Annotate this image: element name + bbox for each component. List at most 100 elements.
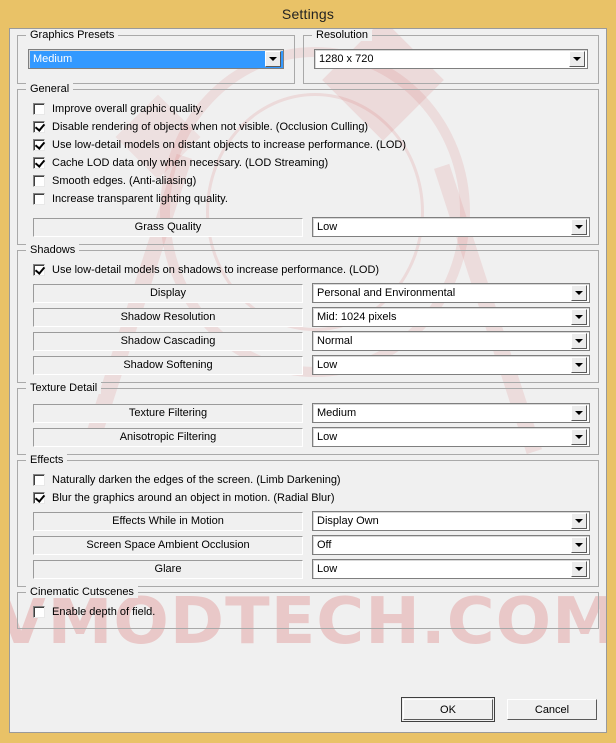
top-row: Graphics Presets Medium Resolution 1280 …: [17, 29, 599, 84]
chevron-down-icon[interactable]: [571, 333, 587, 349]
group-effects: Effects Naturally darken the edges of th…: [17, 454, 599, 587]
setting-row: Texture Filtering Medium: [26, 403, 590, 423]
setting-value: Medium: [317, 407, 357, 419]
effects-while-in-motion-combo[interactable]: Display Own: [312, 511, 590, 531]
chevron-down-icon[interactable]: [571, 357, 587, 373]
setting-label: Shadow Softening: [33, 355, 303, 375]
checkbox-icon[interactable]: [33, 492, 45, 504]
settings-window: Settings VMODTECH.COM Graphics Presets M…: [0, 0, 616, 743]
dialog-button-bar: OK Cancel: [10, 697, 606, 722]
resolution-value: 1280 x 720: [319, 53, 374, 65]
group-resolution: Resolution 1280 x 720: [303, 29, 599, 84]
shadow-softening-combo[interactable]: Low: [312, 355, 590, 375]
group-legend-texture-detail: Texture Detail: [26, 382, 102, 394]
checkbox-row[interactable]: Use low-detail models on shadows to incr…: [26, 261, 590, 279]
setting-value: Low: [317, 221, 338, 233]
setting-row: Grass Quality Low: [26, 217, 590, 237]
chevron-down-icon[interactable]: [571, 513, 587, 529]
setting-label: Screen Space Ambient Occlusion: [33, 535, 303, 555]
checkbox-label: Improve overall graphic quality.: [52, 103, 204, 115]
setting-value: Low: [317, 563, 338, 575]
chevron-down-icon[interactable]: [571, 309, 587, 325]
chevron-down-icon[interactable]: [571, 429, 587, 445]
setting-value: Personal and Environmental: [317, 287, 456, 299]
group-shadows: Shadows Use low-detail models on shadows…: [17, 244, 599, 383]
setting-value: Low: [317, 359, 338, 371]
setting-row: Anisotropic Filtering Low: [26, 427, 590, 447]
checkbox-icon[interactable]: [33, 139, 45, 151]
chevron-down-icon[interactable]: [571, 219, 587, 235]
anisotropic-filtering-combo[interactable]: Low: [312, 427, 590, 447]
setting-label: Shadow Resolution: [33, 307, 303, 327]
chevron-down-icon[interactable]: [571, 537, 587, 553]
chevron-down-icon[interactable]: [571, 285, 587, 301]
resolution-combo[interactable]: 1280 x 720: [314, 49, 588, 69]
checkbox-label: Smooth edges. (Anti-aliasing): [52, 175, 197, 187]
graphics-presets-combo[interactable]: Medium: [28, 49, 284, 69]
setting-label: Grass Quality: [33, 217, 303, 237]
shadow-display-combo[interactable]: Personal and Environmental: [312, 283, 590, 303]
shadow-resolution-combo[interactable]: Mid: 1024 pixels: [312, 307, 590, 327]
chevron-down-icon[interactable]: [571, 561, 587, 577]
dialog-client-area: VMODTECH.COM Graphics Presets Medium Res…: [9, 28, 607, 733]
page-title: Settings: [281, 6, 335, 22]
texture-filtering-combo[interactable]: Medium: [312, 403, 590, 423]
cancel-button[interactable]: Cancel: [507, 699, 597, 720]
checkbox-label: Disable rendering of objects when not vi…: [52, 121, 369, 133]
setting-row: Display Personal and Environmental: [26, 283, 590, 303]
setting-label: Anisotropic Filtering: [33, 427, 303, 447]
graphics-presets-value: Medium: [33, 53, 73, 65]
chevron-down-icon[interactable]: [265, 51, 281, 67]
checkbox-icon[interactable]: [33, 121, 45, 133]
group-legend-effects: Effects: [26, 454, 68, 466]
group-cinematic-cutscenes: Cinematic Cutscenes Enable depth of fiel…: [17, 586, 599, 629]
checkbox-label: Enable depth of field.: [52, 606, 156, 618]
checkbox-row[interactable]: Naturally darken the edges of the screen…: [26, 471, 590, 489]
checkbox-label: Use low-detail models on shadows to incr…: [52, 264, 380, 276]
shadow-cascading-combo[interactable]: Normal: [312, 331, 590, 351]
checkbox-row[interactable]: Use low-detail models on distant objects…: [26, 136, 590, 154]
checkbox-icon[interactable]: [33, 175, 45, 187]
checkbox-row[interactable]: Cache LOD data only when necessary. (LOD…: [26, 154, 590, 172]
group-legend-shadows: Shadows: [26, 244, 80, 256]
ssao-combo[interactable]: Off: [312, 535, 590, 555]
checkbox-row[interactable]: Improve overall graphic quality.: [26, 100, 590, 118]
checkbox-icon[interactable]: [33, 103, 45, 115]
checkbox-label: Increase transparent lighting quality.: [52, 193, 228, 205]
chevron-down-icon[interactable]: [571, 405, 587, 421]
setting-row: Effects While in Motion Display Own: [26, 511, 590, 531]
setting-label: Shadow Cascading: [33, 331, 303, 351]
settings-content: Graphics Presets Medium Resolution 1280 …: [17, 29, 599, 629]
setting-label: Effects While in Motion: [33, 511, 303, 531]
chevron-down-icon[interactable]: [569, 51, 585, 67]
checkbox-row[interactable]: Increase transparent lighting quality.: [26, 190, 590, 208]
setting-label: Glare: [33, 559, 303, 579]
setting-row: Glare Low: [26, 559, 590, 579]
title-bar: Settings: [9, 0, 607, 28]
checkbox-row[interactable]: Disable rendering of objects when not vi…: [26, 118, 590, 136]
group-texture-detail: Texture Detail Texture Filtering Medium …: [17, 382, 599, 455]
setting-label: Texture Filtering: [33, 403, 303, 423]
checkbox-row[interactable]: Smooth edges. (Anti-aliasing): [26, 172, 590, 190]
checkbox-icon[interactable]: [33, 474, 45, 486]
checkbox-label: Use low-detail models on distant objects…: [52, 139, 406, 151]
checkbox-icon[interactable]: [33, 606, 45, 618]
glare-combo[interactable]: Low: [312, 559, 590, 579]
setting-value: Off: [317, 539, 332, 551]
checkbox-icon[interactable]: [33, 157, 45, 169]
checkbox-icon[interactable]: [33, 264, 45, 276]
checkbox-icon[interactable]: [33, 193, 45, 205]
ok-button[interactable]: OK: [401, 697, 495, 722]
setting-label: Display: [33, 283, 303, 303]
setting-value: Display Own: [317, 515, 379, 527]
checkbox-row[interactable]: Blur the graphics around an object in mo…: [26, 489, 590, 507]
group-general: General Improve overall graphic quality.…: [17, 83, 599, 245]
setting-value: Mid: 1024 pixels: [317, 311, 397, 323]
grass-quality-combo[interactable]: Low: [312, 217, 590, 237]
setting-value: Low: [317, 431, 338, 443]
checkbox-row[interactable]: Enable depth of field.: [26, 603, 590, 621]
checkbox-label: Blur the graphics around an object in mo…: [52, 492, 335, 504]
setting-row: Shadow Cascading Normal: [26, 331, 590, 351]
checkbox-label: Naturally darken the edges of the screen…: [52, 474, 341, 486]
group-graphics-presets: Graphics Presets Medium: [17, 29, 295, 84]
